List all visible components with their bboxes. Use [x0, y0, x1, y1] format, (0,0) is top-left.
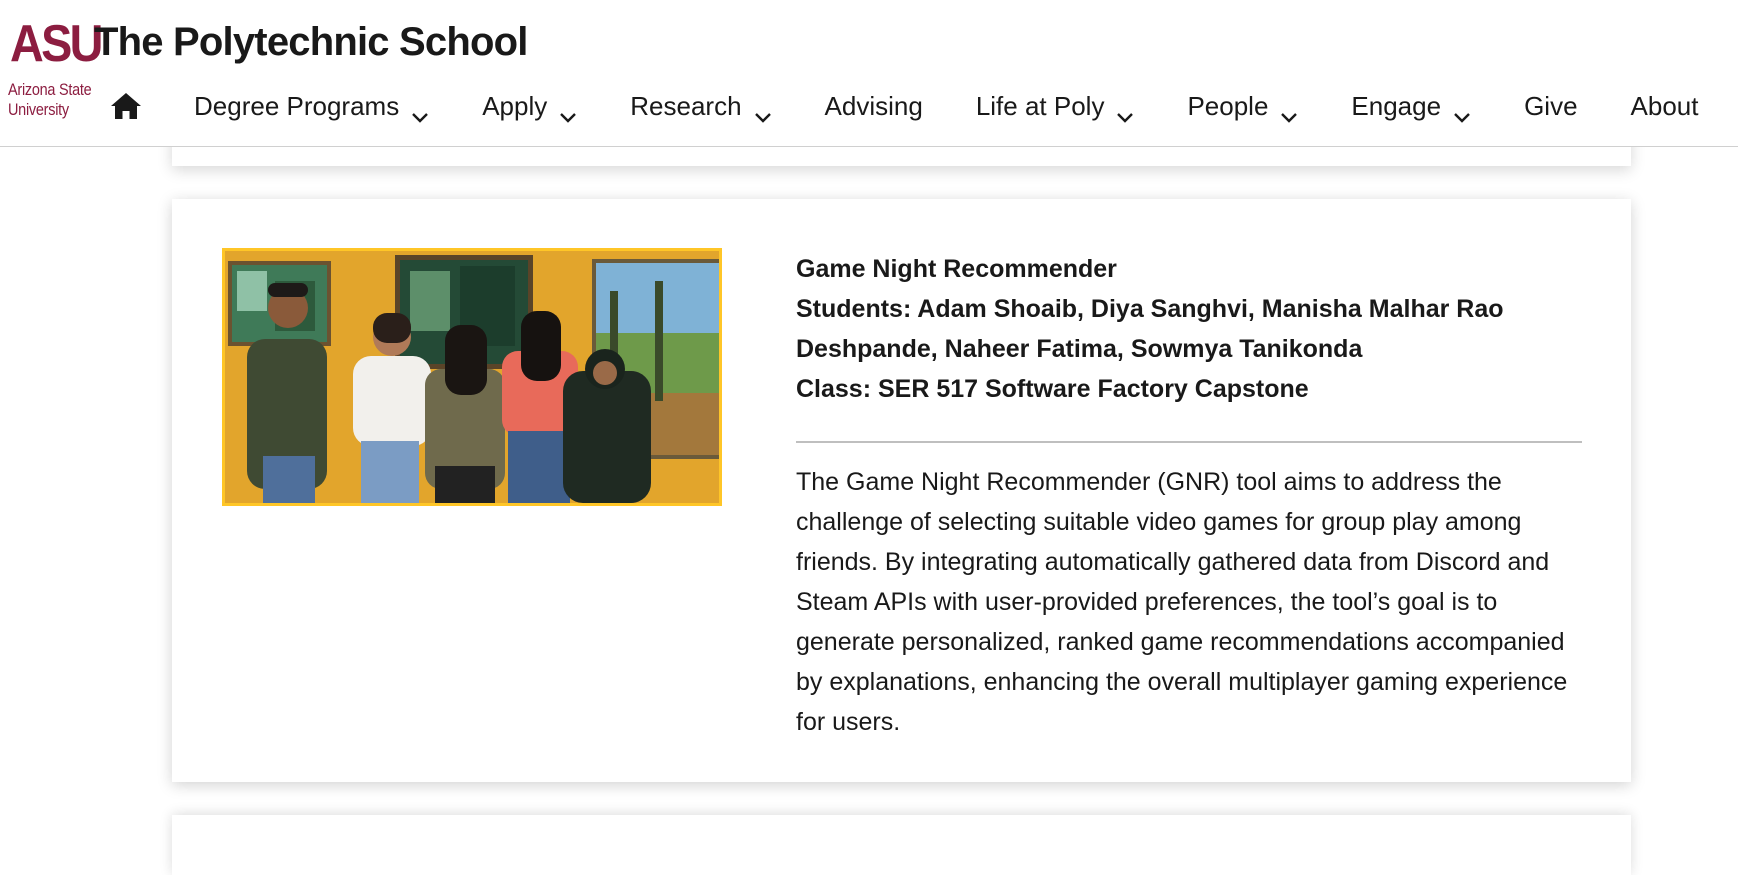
main-nav: Degree Programs Apply Research Advising Life… [110, 86, 1738, 126]
chevron-down-icon[interactable] [754, 100, 772, 123]
project-card: Game Night Recommender Students: Adam Sh… [172, 199, 1631, 782]
asu-logo[interactable]: ASU Arizona State University [8, 18, 103, 124]
nav-item-label: Research [630, 90, 742, 121]
project-title: Game Night Recommender [796, 255, 1117, 283]
nav-item-people[interactable]: People [1187, 90, 1298, 123]
next-project-card [172, 815, 1631, 875]
nav-item-give[interactable]: Give [1524, 91, 1577, 122]
nav-item-degree-programs[interactable]: Degree Programs [194, 90, 429, 123]
nav-item-label: Advising [824, 90, 923, 121]
project-description: The Game Night Recommender (GNR) tool ai… [796, 468, 1568, 736]
chevron-down-icon[interactable] [1453, 100, 1471, 123]
chevron-down-icon[interactable] [1116, 100, 1134, 123]
nav-item-apply[interactable]: Apply [482, 90, 577, 123]
team-photo [222, 248, 722, 506]
nav-item-about[interactable]: About [1631, 91, 1699, 122]
site-title[interactable]: The Polytechnic School [94, 20, 528, 65]
asu-logo-mark: ASU [10, 15, 103, 73]
nav-item-label: People [1187, 90, 1269, 121]
nav-item-label: Life at Poly [975, 90, 1105, 121]
divider [796, 441, 1582, 443]
home-icon[interactable] [110, 91, 142, 121]
logo-line-1: Arizona State [8, 80, 92, 99]
site-header: ASU Arizona State University The Polytec… [0, 0, 1738, 147]
nav-item-label: About [1630, 90, 1699, 121]
project-details: Game Night Recommender Students: Adam Sh… [796, 249, 1584, 742]
logo-line-2: University [8, 100, 69, 119]
nav-item-life-at-poly[interactable]: Life at Poly [975, 90, 1135, 123]
chevron-down-icon[interactable] [411, 100, 429, 123]
nav-item-label: Apply [482, 90, 548, 121]
nav-item-engage[interactable]: Engage [1351, 90, 1471, 123]
nav-item-label: Degree Programs [194, 90, 400, 121]
nav-item-label: Give [1524, 90, 1578, 121]
nav-item-research[interactable]: Research [630, 90, 772, 123]
project-class: Class: SER 517 Software Factory Capstone [796, 375, 1309, 403]
nav-item-label: Engage [1351, 90, 1442, 121]
project-students: Students: Adam Shoaib, Diya Sanghvi, Man… [796, 295, 1504, 363]
chevron-down-icon[interactable] [1280, 100, 1298, 123]
chevron-down-icon[interactable] [559, 100, 577, 123]
asu-logo-text: Arizona State University [8, 80, 92, 120]
nav-item-advising[interactable]: Advising [825, 91, 923, 122]
